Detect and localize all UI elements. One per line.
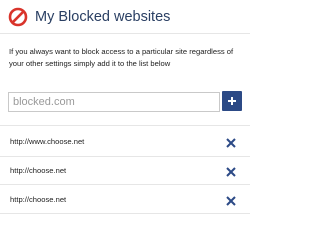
plus-icon [222,91,242,111]
close-icon[interactable] [225,194,237,206]
blocked-site-url: http://www.choose.net [10,137,85,146]
blocked-site-row: http://choose.net [0,186,250,214]
blocked-icon [8,7,28,27]
panel-header: My Blocked websites [8,6,170,28]
blocked-site-input[interactable] [8,92,220,112]
blocked-site-row: http://www.choose.net [0,128,250,156]
description-line: your other settings simply add it to the… [9,59,171,68]
list-divider [0,125,250,126]
blocked-site-url: http://choose.net [10,195,67,204]
add-site-button[interactable] [222,91,242,111]
blocked-site-url: http://choose.net [10,166,67,175]
page-title: My Blocked websites [35,9,171,25]
close-icon[interactable] [225,165,237,177]
list-divider [0,213,250,214]
close-icon[interactable] [225,136,237,148]
description-line: If you always want to block access to a … [9,47,234,56]
list-divider [0,184,250,185]
description-text: If you always want to block access to a … [9,46,244,70]
blocked-websites-panel: My Blocked websites If you always want t… [0,0,250,250]
blocked-site-row: http://choose.net [0,157,250,185]
header-divider [0,33,250,34]
